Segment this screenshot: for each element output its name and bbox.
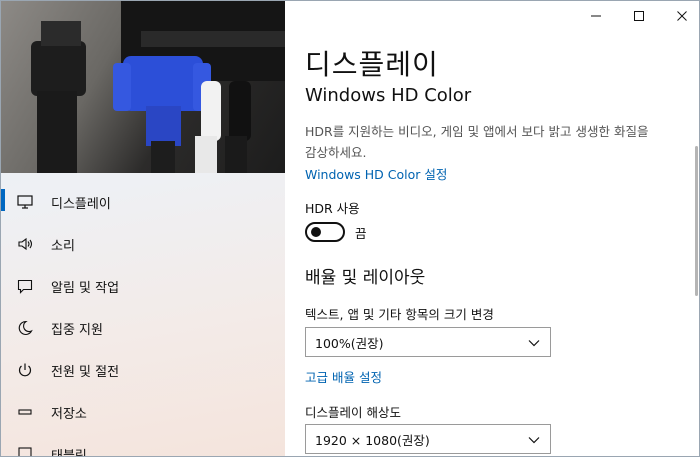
chevron-down-icon (528, 340, 540, 347)
tablet-icon (17, 446, 33, 456)
sidebar-item-sound[interactable]: 소리 (1, 223, 285, 265)
advanced-scaling-link[interactable]: 고급 배율 설정 (305, 367, 382, 386)
power-icon (17, 362, 33, 378)
resolution-value: 1920 × 1080(권장) (315, 432, 430, 448)
cables-illustration (31, 1, 285, 173)
chevron-down-icon (528, 437, 540, 444)
sidebar-item-label: 소리 (51, 238, 75, 254)
main-content: 디스플레이 Windows HD Color HDR를 지원하는 비디오, 게임… (305, 1, 685, 456)
sidebar-item-focus-assist[interactable]: 집중 지원 (1, 307, 285, 349)
sidebar-item-label: 태블릿 (51, 448, 87, 457)
notification-icon (17, 278, 33, 294)
scale-dropdown[interactable]: 100%(권장) (305, 327, 551, 357)
scale-value: 100%(권장) (315, 335, 384, 351)
hero-image (1, 1, 285, 173)
resolution-dropdown[interactable]: 1920 × 1080(권장) (305, 424, 551, 454)
sidebar-item-power-sleep[interactable]: 전원 및 절전 (1, 349, 285, 391)
scale-label: 텍스트, 앱 및 기타 항목의 크기 변경 (305, 307, 494, 322)
speaker-icon (17, 236, 33, 252)
sidebar-nav: 디스플레이 소리 알림 및 작업 집중 지원 전원 및 절전 저장소 태블릿 (1, 181, 285, 457)
sidebar-item-notifications[interactable]: 알림 및 작업 (1, 265, 285, 307)
sidebar-item-label: 알림 및 작업 (51, 280, 120, 296)
sidebar-item-label: 전원 및 절전 (51, 364, 120, 380)
settings-window: 디스플레이 소리 알림 및 작업 집중 지원 전원 및 절전 저장소 태블릿 디… (0, 0, 700, 457)
sidebar-item-label: 디스플레이 (51, 196, 111, 212)
page-title: 디스플레이 (305, 48, 439, 81)
sidebar-item-storage[interactable]: 저장소 (1, 391, 285, 433)
hdr-toggle-state: 끔 (355, 225, 367, 241)
hdr-toggle-row: 끔 (305, 222, 367, 242)
section-title: Windows HD Color (305, 85, 472, 106)
monitor-icon (17, 194, 33, 210)
left-pane: 디스플레이 소리 알림 및 작업 집중 지원 전원 및 절전 저장소 태블릿 (1, 1, 285, 457)
hdr-description: HDR를 지원하는 비디오, 게임 및 앱에서 보다 밝고 생생한 화질을 감상… (305, 124, 649, 160)
sidebar-item-label: 집중 지원 (51, 322, 103, 338)
hd-color-settings-link[interactable]: Windows HD Color 설정 (305, 164, 447, 183)
sidebar-item-tablet[interactable]: 태블릿 (1, 433, 285, 457)
storage-icon (17, 404, 33, 420)
resolution-label: 디스플레이 해상도 (305, 405, 401, 420)
hdr-toggle[interactable] (305, 222, 345, 242)
hdr-label: HDR 사용 (305, 201, 360, 216)
moon-icon (17, 320, 33, 336)
scrollbar[interactable] (695, 146, 698, 296)
sidebar-item-display[interactable]: 디스플레이 (1, 181, 285, 223)
scale-layout-heading: 배율 및 레이아웃 (305, 268, 426, 288)
sidebar-item-label: 저장소 (51, 406, 87, 422)
